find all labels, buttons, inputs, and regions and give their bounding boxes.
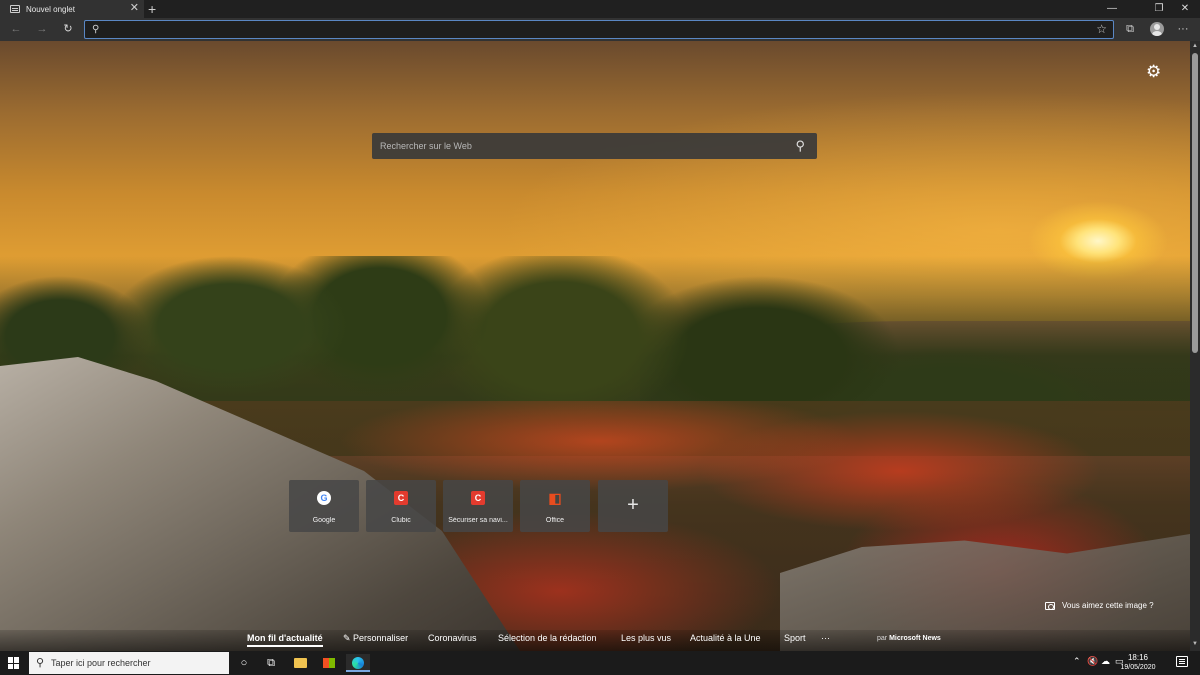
settings-menu-button[interactable]: ··· <box>1174 21 1192 38</box>
minimize-button[interactable]: — <box>1097 0 1127 18</box>
scroll-down-arrow-icon[interactable]: ▼ <box>1190 641 1200 647</box>
image-feedback-label: Vous aimez cette image ? <box>1062 601 1154 610</box>
page-icon <box>10 5 20 13</box>
quick-link-label: Office <box>545 517 565 524</box>
page-scrollbar[interactable]: ▲ ▼ <box>1190 41 1200 651</box>
web-search-input[interactable]: Rechercher sur le Web <box>380 141 472 151</box>
news-tab-coronavirus[interactable]: Coronavirus <box>428 633 477 643</box>
tab-title: Nouvel onglet <box>26 4 75 14</box>
clubic-logo-icon: C <box>394 491 408 505</box>
news-navigation: Mon fil d'actualité ✎ Personnaliser Coro… <box>0 630 1190 651</box>
clubic-logo-icon: C <box>471 491 485 505</box>
title-bar: Nouvel onglet ✕ + — ❐ ✕ <box>0 0 1200 18</box>
profile-avatar[interactable] <box>1150 22 1164 36</box>
new-tab-page: ⚙ Rechercher sur le Web ⚲ G Google C Clu… <box>0 41 1190 651</box>
search-icon[interactable]: ⚲ <box>795 138 805 154</box>
start-button[interactable] <box>8 657 20 669</box>
tab-new-tab[interactable]: Nouvel onglet ✕ <box>0 0 144 18</box>
browser-toolbar: ← → ↻ ⚲ ☆ ⧉ ··· <box>0 18 1200 41</box>
taskbar-clock[interactable]: 18:16 19/05/2020 <box>1118 653 1158 673</box>
quick-link-office[interactable]: ◧ Office <box>520 480 590 532</box>
search-icon: ⚲ <box>92 24 100 35</box>
web-search-box[interactable]: Rechercher sur le Web ⚲ <box>372 133 817 159</box>
camera-icon <box>1045 601 1055 610</box>
search-icon: ⚲ <box>36 657 45 669</box>
news-tab-my-feed[interactable]: Mon fil d'actualité <box>247 633 323 647</box>
cortana-icon[interactable]: ○ <box>232 654 256 672</box>
google-logo-icon: G <box>317 491 331 505</box>
notifications-icon[interactable] <box>1176 656 1188 667</box>
forward-button[interactable]: → <box>33 21 51 38</box>
news-tab-sport[interactable]: Sport <box>784 633 806 643</box>
microsoft-news-brand: Microsoft News <box>889 635 941 642</box>
image-feedback-link[interactable]: Vous aimez cette image ? <box>1045 601 1154 610</box>
quick-link-label: Google <box>312 517 336 524</box>
close-window-button[interactable]: ✕ <box>1170 0 1200 18</box>
office-logo-icon: ◧ <box>548 489 562 506</box>
news-personalize-button[interactable]: ✎ Personnaliser <box>343 633 408 644</box>
news-tab-most-viewed[interactable]: Les plus vus <box>621 633 671 643</box>
task-view-icon[interactable]: ⧉ <box>259 654 283 672</box>
plus-icon: + <box>627 494 639 516</box>
news-tab-headlines[interactable]: Actualité à la Une <box>690 633 761 643</box>
clock-time: 18:16 <box>1127 653 1149 662</box>
address-bar[interactable]: ⚲ ☆ <box>84 20 1114 39</box>
scrollbar-thumb[interactable] <box>1192 53 1198 353</box>
edge-browser-icon[interactable] <box>346 654 370 672</box>
windows-taskbar: ⚲ Taper ici pour rechercher ○ ⧉ ⌃ 🔇 ☁ ▭ … <box>0 651 1200 675</box>
tab-close-icon[interactable]: ✕ <box>130 3 139 14</box>
news-tab-editors-pick[interactable]: Sélection de la rédaction <box>498 633 597 643</box>
volume-icon[interactable]: 🔇 <box>1087 656 1098 667</box>
refresh-button[interactable]: ↻ <box>59 21 77 38</box>
quick-link-label: Clubic <box>391 517 411 524</box>
favorite-star-icon[interactable]: ☆ <box>1096 22 1107 36</box>
file-explorer-icon[interactable] <box>288 654 312 672</box>
onedrive-icon[interactable]: ☁ <box>1101 656 1110 667</box>
new-tab-button[interactable]: + <box>148 1 156 17</box>
taskbar-search-input[interactable]: Taper ici pour rechercher <box>51 658 151 668</box>
taskbar-search-box[interactable]: ⚲ Taper ici pour rechercher <box>29 652 229 674</box>
microsoft-store-icon[interactable] <box>317 654 341 672</box>
add-quick-link-button[interactable]: + <box>598 480 668 532</box>
quick-link-clubic[interactable]: C Clubic <box>366 480 436 532</box>
clock-date: 19/05/2020 <box>1120 664 1156 671</box>
tray-chevron-icon[interactable]: ⌃ <box>1073 656 1081 667</box>
powered-by-prefix: par <box>877 635 888 642</box>
collections-icon[interactable]: ⧉ <box>1121 21 1139 38</box>
quick-link-label: Sécuriser sa navi... <box>448 517 508 524</box>
quick-link-securiser[interactable]: C Sécuriser sa navi... <box>443 480 513 532</box>
scroll-up-arrow-icon[interactable]: ▲ <box>1190 43 1200 49</box>
page-settings-gear-icon[interactable]: ⚙ <box>1146 63 1161 80</box>
back-button[interactable]: ← <box>7 21 25 38</box>
news-more-button[interactable]: ··· <box>821 633 830 643</box>
quick-link-google[interactable]: G Google <box>289 480 359 532</box>
powered-by-label: par Microsoft News <box>877 635 941 642</box>
